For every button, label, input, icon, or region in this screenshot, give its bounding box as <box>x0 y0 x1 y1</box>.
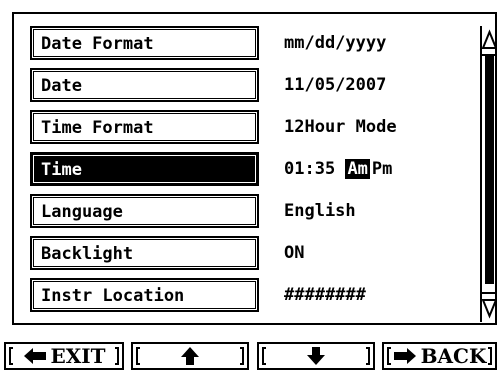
row-instr-location[interactable]: Instr Location <box>30 278 259 312</box>
date-value: 11/05/2007 <box>284 75 387 95</box>
up-button[interactable] <box>131 342 249 370</box>
row-language[interactable]: Language <box>30 194 259 228</box>
exit-label: EXIT <box>50 344 106 368</box>
time-digits: 01:35 <box>284 159 336 179</box>
row-date-format[interactable]: Date Format <box>30 26 259 60</box>
scrollbar[interactable] <box>480 26 498 322</box>
row-date[interactable]: Date <box>30 68 259 102</box>
row-label: Time <box>41 160 82 180</box>
row-time-format[interactable]: Time Format <box>30 110 259 144</box>
left-arrow-icon <box>23 347 47 365</box>
date-format-value: mm/dd/yyyy <box>284 33 387 53</box>
exit-button[interactable]: EXIT <box>4 342 124 370</box>
am-option[interactable]: Am <box>345 159 370 179</box>
row-label: Date Format <box>41 34 154 54</box>
up-arrow-icon <box>180 346 200 366</box>
row-label: Language <box>41 202 123 222</box>
language-value: English <box>284 201 356 221</box>
row-label: Time Format <box>41 118 154 138</box>
pm-option[interactable]: Pm <box>370 159 394 179</box>
settings-panel: Date Format mm/dd/yyyy Date 11/05/2007 T… <box>12 12 498 325</box>
row-label: Backlight <box>41 244 134 264</box>
back-label: BACK <box>420 344 487 368</box>
scroll-down-icon[interactable] <box>481 292 498 322</box>
row-label: Instr Location <box>41 286 185 306</box>
time-format-value: 12Hour Mode <box>284 117 397 137</box>
backlight-value: ON <box>284 243 305 263</box>
right-arrow-icon <box>393 347 417 365</box>
time-value: 01:35 Am Pm <box>284 159 394 179</box>
row-time[interactable]: Time <box>30 152 259 186</box>
down-button[interactable] <box>257 342 375 370</box>
down-arrow-icon <box>306 346 326 366</box>
scrollbar-thumb[interactable] <box>485 56 494 284</box>
scroll-up-icon[interactable] <box>481 26 498 56</box>
back-button[interactable]: BACK <box>382 342 497 370</box>
row-backlight[interactable]: Backlight <box>30 236 259 270</box>
instr-location-value: ######## <box>284 285 366 305</box>
row-label: Date <box>41 76 82 96</box>
